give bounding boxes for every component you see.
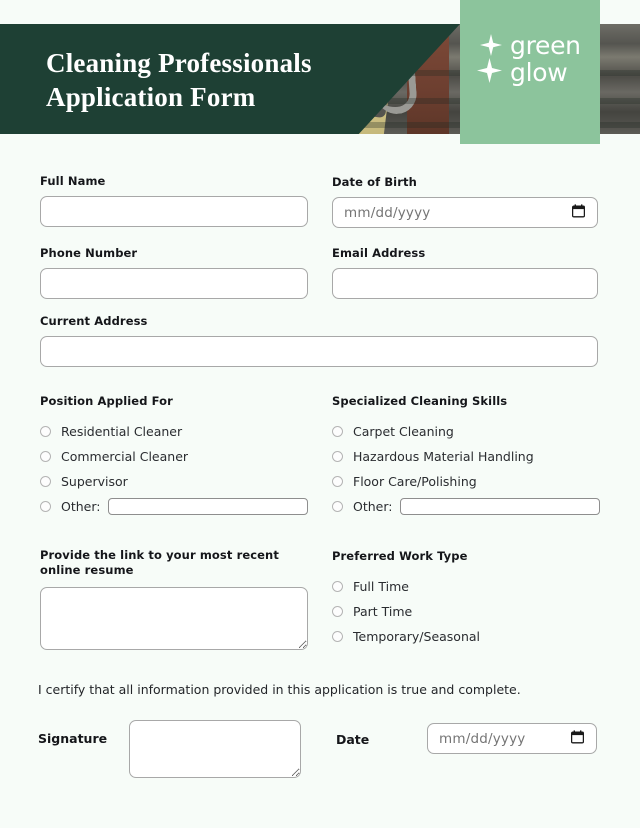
- radio-option-label: Commercial Cleaner: [61, 449, 189, 464]
- radio-icon[interactable]: [332, 581, 343, 592]
- radio-option-floor-care-polishing[interactable]: Floor Care/Polishing: [332, 469, 600, 494]
- calendar-icon[interactable]: [571, 203, 586, 222]
- radio-icon[interactable]: [40, 426, 51, 437]
- radio-option-label: Other:: [353, 499, 393, 514]
- radio-option-label: Residential Cleaner: [61, 424, 183, 439]
- radio-option-label: Carpet Cleaning: [353, 424, 454, 439]
- radio-option-carpet-cleaning[interactable]: Carpet Cleaning: [332, 419, 600, 444]
- radio-option-supervisor[interactable]: Supervisor: [40, 469, 310, 494]
- radio-icon[interactable]: [332, 501, 343, 512]
- field-group-position-applied-for: Position Applied For Residential Cleaner…: [40, 394, 310, 519]
- full-name-label: Full Name: [40, 174, 106, 188]
- signature-label: Signature: [38, 731, 108, 746]
- email-address-label: Email Address: [332, 246, 426, 260]
- sparkle-icon: [476, 32, 510, 88]
- field-group-date: mm/dd/yyyy: [427, 723, 597, 754]
- page-title: Cleaning Professionals Application Form: [46, 46, 376, 114]
- signature-label-wrap: Signature: [38, 730, 107, 748]
- field-group-date-of-birth: Date of Birth mm/dd/yyyy: [332, 175, 598, 228]
- certification-text: I certify that all information provided …: [38, 682, 521, 697]
- radio-icon[interactable]: [40, 501, 51, 512]
- full-name-input[interactable]: [40, 196, 308, 227]
- radio-option-part-time[interactable]: Part Time: [332, 599, 600, 624]
- page-title-line-1: Cleaning Professionals: [46, 48, 312, 78]
- radio-icon[interactable]: [332, 451, 343, 462]
- brand-name-line-2: glow: [510, 58, 568, 87]
- email-address-input[interactable]: [332, 268, 598, 299]
- page-title-line-2: Application Form: [46, 82, 256, 112]
- radio-option-temporary-seasonal[interactable]: Temporary/Seasonal: [332, 624, 600, 649]
- signature-input[interactable]: [129, 720, 301, 778]
- field-group-current-address: Current Address: [40, 314, 598, 367]
- field-group-phone-number: Phone Number: [40, 246, 308, 299]
- field-group-specialized-cleaning-skills: Specialized Cleaning Skills Carpet Clean…: [332, 394, 600, 519]
- radio-icon[interactable]: [332, 476, 343, 487]
- date-placeholder: mm/dd/yyyy: [439, 730, 526, 747]
- specialized-cleaning-skills-label: Specialized Cleaning Skills: [332, 394, 508, 408]
- brand-name: green glow: [510, 32, 581, 86]
- phone-number-input[interactable]: [40, 268, 308, 299]
- field-group-resume-link: Provide the link to your most recent onl…: [40, 548, 308, 655]
- resume-link-textarea[interactable]: [40, 587, 308, 650]
- radio-option-label: Supervisor: [61, 474, 128, 489]
- date-input[interactable]: mm/dd/yyyy: [427, 723, 597, 754]
- radio-option-label: Part Time: [353, 604, 413, 619]
- radio-option-skills-other[interactable]: Other:: [332, 494, 600, 519]
- current-address-label: Current Address: [40, 314, 148, 328]
- date-label-wrap: Date: [336, 731, 369, 749]
- phone-number-label: Phone Number: [40, 246, 138, 260]
- radio-option-label: Floor Care/Polishing: [353, 474, 477, 489]
- radio-icon[interactable]: [40, 476, 51, 487]
- radio-option-full-time[interactable]: Full Time: [332, 574, 600, 599]
- preferred-work-type-label: Preferred Work Type: [332, 549, 468, 563]
- date-of-birth-input[interactable]: mm/dd/yyyy: [332, 197, 598, 228]
- current-address-input[interactable]: [40, 336, 598, 367]
- radio-option-commercial-cleaner[interactable]: Commercial Cleaner: [40, 444, 310, 469]
- field-group-preferred-work-type: Preferred Work Type Full Time Part Time …: [332, 549, 600, 649]
- radio-option-residential-cleaner[interactable]: Residential Cleaner: [40, 419, 310, 444]
- radio-icon[interactable]: [40, 451, 51, 462]
- radio-option-hazardous-material-handling[interactable]: Hazardous Material Handling: [332, 444, 600, 469]
- brand-logo-block: green glow: [460, 0, 600, 144]
- radio-icon[interactable]: [332, 606, 343, 617]
- field-group-email-address: Email Address: [332, 246, 598, 299]
- radio-option-label: Temporary/Seasonal: [353, 629, 481, 644]
- date-label: Date: [336, 732, 370, 747]
- field-group-signature: [129, 720, 301, 783]
- radio-option-label: Full Time: [353, 579, 409, 594]
- radio-option-label: Hazardous Material Handling: [353, 449, 534, 464]
- skills-other-input[interactable]: [400, 498, 600, 515]
- radio-option-label: Other:: [61, 499, 101, 514]
- calendar-icon[interactable]: [570, 729, 585, 748]
- position-applied-for-label: Position Applied For: [40, 394, 173, 408]
- position-other-input[interactable]: [108, 498, 309, 515]
- radio-icon[interactable]: [332, 426, 343, 437]
- radio-option-position-other[interactable]: Other:: [40, 494, 310, 519]
- resume-link-label: Provide the link to your most recent onl…: [40, 548, 279, 577]
- application-form-page: Cleaning Professionals Application Form …: [0, 0, 640, 828]
- date-of-birth-label: Date of Birth: [332, 175, 417, 189]
- radio-icon[interactable]: [332, 631, 343, 642]
- field-group-full-name: Full Name: [40, 174, 308, 227]
- brand-name-line-1: green: [510, 31, 581, 60]
- date-of-birth-placeholder: mm/dd/yyyy: [344, 204, 431, 221]
